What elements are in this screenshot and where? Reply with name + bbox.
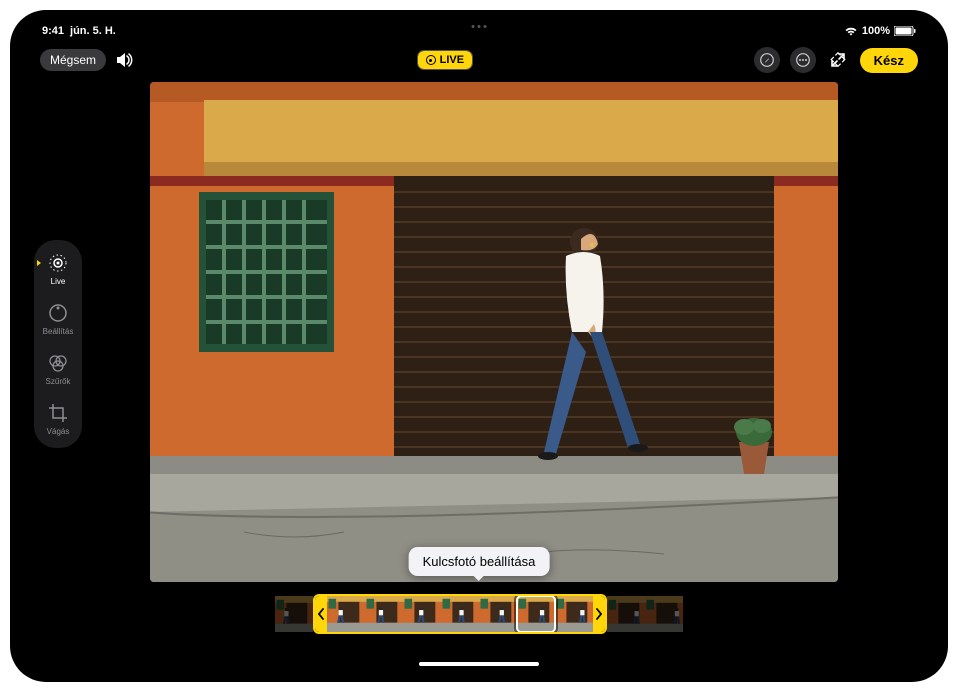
top-toolbar: Mégsem LIVE Kész (20, 44, 938, 76)
screen: 9:41 jún. 5. H. 100% Mégsem (20, 20, 938, 672)
filmstrip-frame[interactable] (441, 596, 479, 632)
filmstrip-frame-outside[interactable] (607, 596, 645, 632)
cancel-button[interactable]: Mégsem (40, 49, 106, 71)
filmstrip-frame[interactable] (403, 596, 441, 632)
live-ring-icon (426, 55, 436, 65)
filmstrip-frame-outside[interactable] (645, 596, 683, 632)
more-button[interactable] (790, 47, 816, 73)
trim-handle-left[interactable] (315, 596, 327, 632)
ellipsis-icon (796, 53, 810, 67)
sidebar-item-adjust[interactable]: Beállítás (43, 302, 74, 336)
home-indicator[interactable] (419, 662, 539, 666)
multitask-dots[interactable] (472, 25, 487, 28)
filmstrip-frame-selected[interactable] (517, 596, 555, 632)
live-label: LIVE (440, 54, 464, 66)
filters-circles-icon (47, 352, 69, 374)
crop-icon (47, 402, 69, 424)
wifi-icon (844, 26, 858, 36)
expand-icon (830, 52, 846, 68)
filmstrip-frame[interactable] (365, 596, 403, 632)
battery-icon (894, 26, 916, 36)
sidebar-item-label: Vágás (47, 427, 70, 436)
status-bar: 9:41 jún. 5. H. 100% (20, 20, 938, 40)
trim-handle-right[interactable] (593, 596, 605, 632)
speaker-icon (116, 52, 136, 68)
ipad-frame: 9:41 jún. 5. H. 100% Mégsem (10, 10, 948, 682)
sidebar-item-label: Beállítás (43, 327, 74, 336)
chevron-left-icon (318, 607, 324, 621)
volume-button[interactable] (116, 52, 136, 68)
photo-canvas[interactable] (150, 82, 838, 582)
adjust-dial-icon (47, 302, 69, 324)
filmstrip-frame[interactable] (327, 596, 365, 632)
photo-content (150, 82, 838, 582)
sidebar-item-label: Szűrők (46, 377, 71, 386)
markup-pen-icon (760, 53, 774, 67)
battery-percentage: 100% (862, 25, 890, 37)
filmstrip-frame-outside[interactable] (275, 596, 313, 632)
sidebar-item-filters[interactable]: Szűrők (46, 352, 71, 386)
status-date: jún. 5. H. (70, 25, 116, 37)
filmstrip-frame[interactable] (555, 596, 593, 632)
key-photo-tooltip[interactable]: Kulcsfotó beállítása (409, 547, 550, 576)
sidebar-item-crop[interactable]: Vágás (47, 402, 70, 436)
status-time: 9:41 (42, 25, 64, 37)
done-button[interactable]: Kész (860, 48, 918, 73)
edit-sidebar: Live Beállítás Szűrők Vágás (34, 240, 82, 448)
live-badge[interactable]: LIVE (418, 51, 472, 69)
filmstrip-frame[interactable] (479, 596, 517, 632)
sidebar-item-label: Live (51, 277, 66, 286)
markup-button[interactable] (754, 47, 780, 73)
filmstrip (275, 592, 683, 636)
fullscreen-button[interactable] (826, 48, 850, 72)
tooltip-label: Kulcsfotó beállítása (423, 554, 536, 569)
sidebar-item-live[interactable]: Live (47, 252, 69, 286)
live-target-icon (47, 252, 69, 274)
chevron-right-icon (596, 607, 602, 621)
